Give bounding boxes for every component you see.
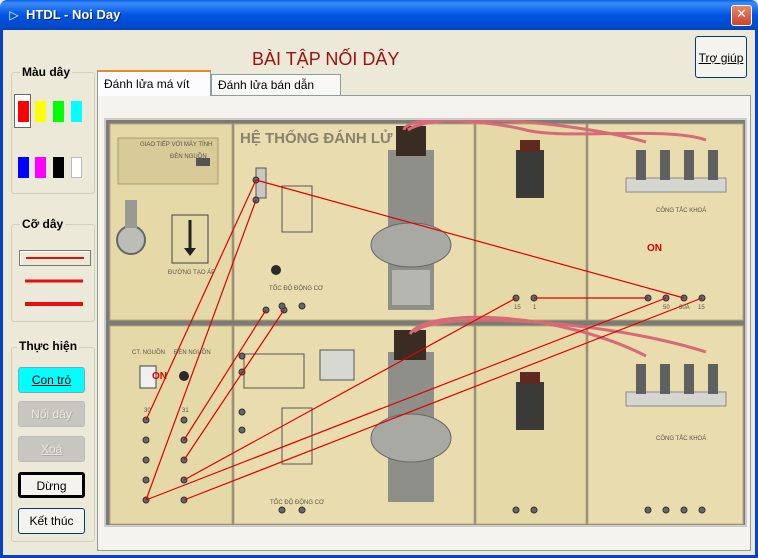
color-swatch-magenta[interactable] bbox=[35, 157, 46, 178]
help-button-label: Trợ giúp bbox=[698, 51, 744, 65]
app-icon[interactable]: ▷ bbox=[8, 8, 20, 22]
terminal-30-label: 30 bbox=[144, 408, 151, 414]
terminal-15-2-label: 15 bbox=[698, 305, 705, 311]
terminal-50-label: 50 bbox=[663, 305, 670, 311]
color-swatch-green[interactable] bbox=[53, 101, 64, 122]
board-title: HỆ THỐNG ĐÁNH LỬ bbox=[240, 130, 393, 147]
color-swatch-blue[interactable] bbox=[18, 157, 29, 178]
delete-button-label: Xoá bbox=[40, 442, 63, 456]
on-indicator-bottom: ON bbox=[152, 371, 167, 382]
color-swatch-cyan[interactable] bbox=[71, 101, 82, 122]
high-voltage-label: ĐƯỜNG TẠO ÁP bbox=[168, 270, 216, 276]
exit-button[interactable]: Kết thúc bbox=[18, 508, 85, 534]
stop-button[interactable]: Dừng bbox=[18, 472, 85, 498]
power-lamp-label: ĐÈN NGUỒN bbox=[174, 350, 211, 356]
wire-size-group: Cỡ dây bbox=[11, 217, 95, 322]
pointer-button-label: Con trỏ bbox=[31, 373, 72, 387]
page-title: BÀI TẬP NỐI DÂY bbox=[252, 49, 400, 69]
delete-button[interactable]: Xoá bbox=[18, 436, 85, 462]
color-swatch-yellow[interactable] bbox=[35, 101, 46, 122]
power-lamp-top-label: ĐÈN NGUỒN bbox=[170, 154, 207, 160]
board-drawing bbox=[109, 120, 744, 525]
terminal-31-label: 31 bbox=[182, 408, 189, 414]
power-switch-label: CT. NGUỒN bbox=[132, 350, 165, 356]
wire-size-medium[interactable] bbox=[19, 274, 89, 288]
on-indicator-top: ON bbox=[647, 243, 662, 254]
key-switch-bottom-label: CÔNG TẮC KHOÁ bbox=[656, 436, 707, 442]
stop-button-label: Dừng bbox=[36, 479, 67, 493]
terminal-1-label: 1 bbox=[533, 305, 537, 311]
wiring-board[interactable]: HỆ THỐNG ĐÁNH LỬ GIAO TIẾP VỚI MÁY TÍNH … bbox=[104, 118, 747, 527]
wire-size-thick[interactable] bbox=[19, 297, 89, 311]
connect-wire-button-label: Nối dây bbox=[31, 407, 72, 421]
pointer-button[interactable]: Con trỏ bbox=[18, 367, 85, 393]
engine-speed-top-label: TỐC ĐỘ ĐỘNG CƠ bbox=[269, 286, 324, 292]
color-swatch-white[interactable] bbox=[71, 157, 82, 178]
actions-label: Thực hiện bbox=[17, 339, 80, 353]
help-button[interactable]: Trợ giúp bbox=[695, 36, 747, 78]
connect-wire-button[interactable]: Nối dây bbox=[18, 401, 85, 427]
terminal-15-label: 15 bbox=[514, 305, 521, 311]
color-swatch-red[interactable] bbox=[18, 101, 29, 122]
wire-color-group: Màu dây bbox=[11, 65, 95, 194]
key-switch-top-label: CÔNG TẮC KHOÁ bbox=[656, 208, 707, 214]
terminal-30a-label: 30A bbox=[679, 305, 690, 311]
exit-button-label: Kết thúc bbox=[29, 514, 74, 528]
wire-size-label: Cỡ dây bbox=[20, 217, 66, 231]
tab-contact-breaker-ignition[interactable]: Đánh lửa má vít bbox=[97, 70, 211, 96]
close-icon[interactable]: ✕ bbox=[731, 5, 752, 26]
wire-size-thin[interactable] bbox=[19, 250, 91, 266]
window-title: HTDL - Noi Day bbox=[26, 7, 121, 22]
tab-electronic-ignition[interactable]: Đánh lửa bán dẫn bbox=[211, 74, 341, 95]
computer-link-label: GIAO TIẾP VỚI MÁY TÍNH bbox=[140, 142, 213, 148]
engine-speed-bottom-label: TỐC ĐỘ ĐỘNG CƠ bbox=[270, 500, 325, 506]
wire-color-label: Màu dây bbox=[20, 65, 73, 79]
title-bar: ▷ HTDL - Noi Day ✕ bbox=[0, 0, 758, 30]
color-swatch-black[interactable] bbox=[53, 157, 64, 178]
